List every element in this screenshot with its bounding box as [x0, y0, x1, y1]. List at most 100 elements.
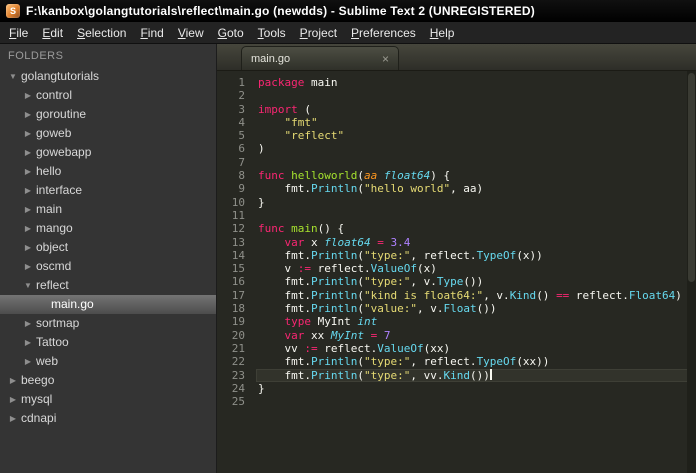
line-number: 15	[231, 262, 245, 276]
folder-item-cdnapi[interactable]: ▶ cdnapi	[0, 409, 216, 428]
triangle-collapsed-icon[interactable]: ▶	[21, 105, 35, 124]
folder-item-main[interactable]: ▶ main	[0, 200, 216, 219]
menu-help[interactable]: Help	[423, 24, 462, 42]
triangle-collapsed-icon[interactable]: ▶	[21, 314, 35, 333]
triangle-collapsed-icon[interactable]: ▶	[21, 200, 35, 219]
menu-find[interactable]: Find	[133, 24, 170, 42]
menu-selection[interactable]: Selection	[70, 24, 133, 42]
triangle-collapsed-icon[interactable]: ▶	[21, 162, 35, 181]
menu-project[interactable]: Project	[293, 24, 344, 42]
file-item-main-go[interactable]: main.go	[0, 295, 216, 314]
line-content: var x float64 = 3.4	[284, 235, 411, 249]
menu-edit[interactable]: Edit	[35, 24, 70, 42]
code-line-20[interactable]: 20 var xx MyInt = 7	[217, 329, 696, 342]
line-number: 5	[238, 129, 245, 143]
folder-item-gowebapp[interactable]: ▶ gowebapp	[0, 143, 216, 162]
triangle-collapsed-icon[interactable]: ▶	[21, 86, 35, 105]
code-line-17[interactable]: 17 fmt.Println("kind is float64:", v.Kin…	[217, 289, 696, 302]
code-line-8[interactable]: 8 func helloworld(aa float64) {	[217, 169, 696, 182]
folder-item-goweb[interactable]: ▶ goweb	[0, 124, 216, 143]
triangle-expanded-icon[interactable]: ▼	[6, 67, 20, 86]
code-line-25[interactable]: 25	[217, 395, 696, 408]
line-content: fmt.Println("type:", reflect.TypeOf(x))	[258, 248, 543, 262]
folder-item-object[interactable]: ▶ object	[0, 238, 216, 257]
menu-file[interactable]: File	[2, 24, 35, 42]
line-number: 7	[238, 155, 245, 169]
menu-preferences[interactable]: Preferences	[344, 24, 423, 42]
tree-item-label: oscmd	[36, 259, 72, 273]
tab-bar: main.go ×	[217, 44, 696, 71]
folder-item-interface[interactable]: ▶ interface	[0, 181, 216, 200]
line-content: func main() {	[258, 222, 345, 236]
menu-goto[interactable]: Goto	[211, 24, 251, 42]
code-area[interactable]: 1 package main 2 3 import (4 "fmt" 5 "reflect…	[217, 71, 696, 408]
editor-pane[interactable]: main.go × 1 package main 2 3 import (4 "fmt"…	[217, 44, 696, 473]
titlebar[interactable]: S F:\kanbox\golangtutorials\reflect\main…	[0, 0, 696, 22]
folder-item-tattoo[interactable]: ▶ Tattoo	[0, 333, 216, 352]
code-line-5[interactable]: 5 "reflect"	[217, 129, 696, 142]
folder-item-web[interactable]: ▶ web	[0, 352, 216, 371]
code-line-18[interactable]: 18 fmt.Println("value:", v.Float())	[217, 302, 696, 315]
code-line-24[interactable]: 24}	[217, 382, 696, 395]
code-line-6[interactable]: 6)	[217, 142, 696, 155]
code-line-23[interactable]: 23 fmt.Println("type:", vv.Kind())	[217, 368, 696, 382]
triangle-collapsed-icon[interactable]: ▶	[6, 409, 20, 428]
code-line-12[interactable]: 12 func main() {	[217, 222, 696, 235]
triangle-expanded-icon[interactable]: ▼	[21, 276, 35, 295]
line-number: 20	[231, 328, 245, 342]
folder-item-hello[interactable]: ▶ hello	[0, 162, 216, 181]
triangle-collapsed-icon[interactable]: ▶	[21, 257, 35, 276]
menu-tools[interactable]: Tools	[251, 24, 293, 42]
code-line-15[interactable]: 15 v := reflect.ValueOf(x)	[217, 262, 696, 275]
code-line-3[interactable]: 3 import (	[217, 103, 696, 116]
triangle-collapsed-icon[interactable]: ▶	[21, 333, 35, 352]
folder-item-mango[interactable]: ▶ mango	[0, 219, 216, 238]
code-line-16[interactable]: 16 fmt.Println("type:", v.Type())	[217, 275, 696, 288]
triangle-collapsed-icon[interactable]: ▶	[21, 181, 35, 200]
triangle-collapsed-icon[interactable]: ▶	[21, 143, 35, 162]
folder-item-reflect[interactable]: ▼ reflect	[0, 276, 216, 295]
tree-item-label: goroutine	[36, 107, 87, 121]
triangle-collapsed-icon[interactable]: ▶	[21, 238, 35, 257]
triangle-collapsed-icon[interactable]: ▶	[6, 371, 20, 390]
tab-main-go[interactable]: main.go ×	[241, 46, 399, 70]
folder-item-oscmd[interactable]: ▶ oscmd	[0, 257, 216, 276]
code-line-2[interactable]: 2	[217, 89, 696, 102]
tree-item-label: main.go	[51, 297, 94, 311]
tree-item-label: goweb	[36, 126, 72, 140]
triangle-collapsed-icon[interactable]: ▶	[21, 219, 35, 238]
line-number: 14	[231, 248, 245, 262]
folder-item-sortmap[interactable]: ▶ sortmap	[0, 314, 216, 333]
triangle-collapsed-icon[interactable]: ▶	[6, 390, 20, 409]
sublime-app-icon: S	[6, 4, 20, 18]
code-line-4[interactable]: 4 "fmt"	[217, 116, 696, 129]
vertical-scrollbar[interactable]	[687, 71, 696, 473]
line-number: 1	[238, 76, 245, 89]
folder-item-mysql[interactable]: ▶ mysql	[0, 390, 216, 409]
code-line-10[interactable]: 10}	[217, 196, 696, 209]
code-line-21[interactable]: 21 vv := reflect.ValueOf(xx)	[217, 342, 696, 355]
tree-item-label: reflect	[36, 278, 69, 292]
folder-item-golangtutorials[interactable]: ▼ golangtutorials	[0, 67, 216, 86]
line-content: vv := reflect.ValueOf(xx)	[258, 341, 451, 355]
code-line-1[interactable]: 1 package main	[217, 76, 696, 89]
code-line-7[interactable]: 7	[217, 156, 696, 169]
sidebar: FOLDERS ▼ golangtutorials ▶ control ▶ gorouti…	[0, 44, 217, 473]
menu-view[interactable]: View	[171, 24, 211, 42]
code-line-14[interactable]: 14 fmt.Println("type:", reflect.TypeOf(x…	[217, 249, 696, 262]
code-line-9[interactable]: 9 fmt.Println("hello world", aa)	[217, 182, 696, 195]
scrollbar-thumb[interactable]	[688, 73, 695, 283]
line-content: fmt.Println("kind is float64:", v.Kind()…	[258, 288, 682, 302]
tree-item-label: interface	[36, 183, 83, 197]
folder-item-beego[interactable]: ▶ beego	[0, 371, 216, 390]
line-content	[256, 395, 696, 408]
code-line-11[interactable]: 11	[217, 209, 696, 222]
tab-close-icon[interactable]: ×	[382, 53, 389, 65]
folder-item-control[interactable]: ▶ control	[0, 86, 216, 105]
folder-item-goroutine[interactable]: ▶ goroutine	[0, 105, 216, 124]
triangle-collapsed-icon[interactable]: ▶	[21, 352, 35, 371]
triangle-collapsed-icon[interactable]: ▶	[21, 124, 35, 143]
code-line-19[interactable]: 19 type MyInt int	[217, 315, 696, 328]
code-line-22[interactable]: 22 fmt.Println("type:", reflect.TypeOf(x…	[217, 355, 696, 368]
code-line-13[interactable]: 13 var x float64 = 3.4	[217, 236, 696, 249]
